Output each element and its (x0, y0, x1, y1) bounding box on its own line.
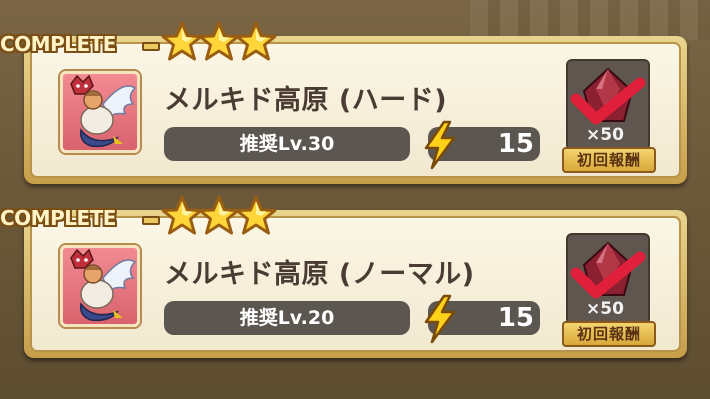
reward-quantity: ×50 (586, 299, 624, 319)
complete-label: COMPLETE (0, 32, 116, 56)
harpy-monster-icon (70, 248, 137, 322)
quest-card-normal[interactable]: COMPLETE メルキド高原 (ノーマル) 推奨Lv.20 15 ×50 初回… (0, 195, 687, 358)
first-reward-ribbon: 初回報酬 (562, 321, 656, 347)
lightning-bolt-icon (424, 120, 456, 170)
first-clear-reward[interactable]: ×50 初回報酬 (562, 233, 656, 347)
complete-connector (142, 42, 160, 51)
recommended-level: 推奨Lv.20 (164, 301, 410, 335)
stamina-cost: 15 (497, 129, 534, 159)
star-icon (235, 195, 277, 235)
quest-title: メルキド高原 (ノーマル) (164, 259, 475, 290)
star-rating (160, 20, 277, 64)
stamina-cost: 15 (497, 303, 534, 333)
monster-portrait (60, 71, 140, 153)
star-icon (235, 21, 277, 61)
complete-label: COMPLETE (0, 206, 116, 230)
star-rating (160, 194, 277, 238)
complete-connector (142, 216, 160, 225)
first-clear-reward[interactable]: ×50 初回報酬 (562, 59, 656, 173)
monster-portrait (60, 245, 140, 327)
recommended-level: 推奨Lv.30 (164, 127, 410, 161)
reward-quantity: ×50 (586, 125, 624, 145)
quest-card-hard[interactable]: COMPLETE メルキド高原 (ハード) 推奨Lv.30 15 ×50 初回報… (0, 21, 687, 184)
quest-title: メルキド高原 (ハード) (164, 85, 448, 116)
lightning-bolt-icon (424, 294, 456, 344)
first-reward-ribbon: 初回報酬 (562, 147, 656, 173)
harpy-monster-icon (70, 74, 137, 148)
checkmark-icon (570, 77, 646, 125)
checkmark-icon (570, 251, 646, 299)
